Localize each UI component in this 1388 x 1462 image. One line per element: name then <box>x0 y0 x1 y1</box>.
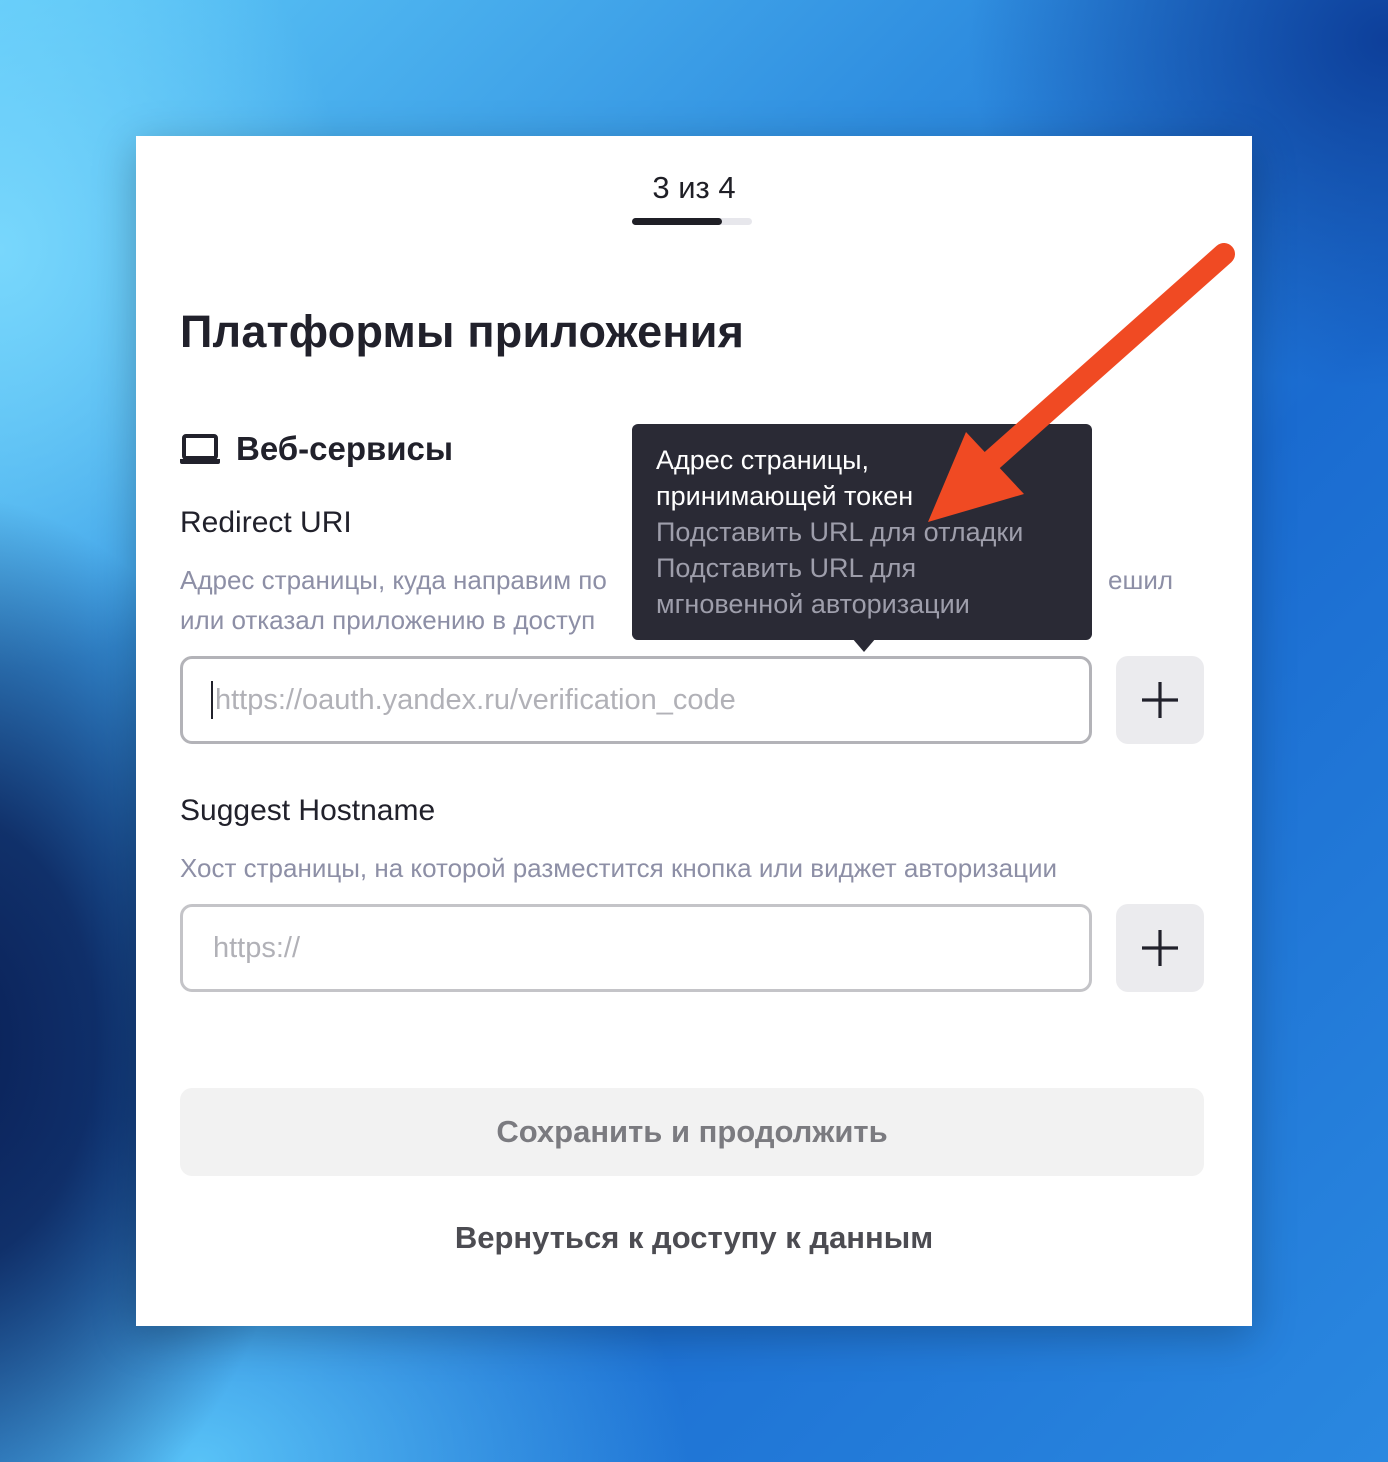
add-suggest-hostname-button[interactable] <box>1116 904 1204 992</box>
suggest-hostname-input[interactable]: https:// <box>180 904 1092 992</box>
suggest-hostname-hint: Хост страницы, на которой разместится кн… <box>180 853 1058 883</box>
redirect-uri-label: Redirect URI <box>180 506 352 539</box>
redirect-uri-hint-line1-end: ешил <box>1108 565 1174 595</box>
text-caret <box>211 681 213 719</box>
plus-icon <box>1142 682 1178 718</box>
save-and-continue-button[interactable]: Сохранить и продолжить <box>180 1088 1204 1176</box>
suggest-hostname-label: Suggest Hostname <box>180 794 436 827</box>
add-redirect-uri-button[interactable] <box>1116 656 1204 744</box>
tooltip-option-instant-auth-line2: мгновенной авторизации <box>656 589 970 619</box>
page-title: Платформы приложения <box>180 306 745 357</box>
tooltip-line1: Адрес страницы, <box>656 445 870 475</box>
tooltip-option-instant-auth[interactable]: Подставить URL для мгновенной авторизаци… <box>656 550 1068 622</box>
tooltip-option-debug-url[interactable]: Подставить URL для отладки <box>656 514 1068 550</box>
plus-icon <box>1142 930 1178 966</box>
progress-bar <box>632 218 752 225</box>
redirect-uri-input[interactable]: https://oauth.yandex.ru/verification_cod… <box>180 656 1092 744</box>
tooltip-line2: принимающей токен <box>656 481 914 511</box>
tooltip-pointer <box>852 638 876 652</box>
tooltip-option-instant-auth-line1: Подставить URL для <box>656 553 917 583</box>
section-web-services: Веб-сервисы <box>180 426 453 472</box>
back-to-data-access-link[interactable]: Вернуться к доступу к данным <box>0 1220 1388 1256</box>
step-indicator: 3 из 4 <box>652 170 736 205</box>
redirect-uri-tooltip: Адрес страницы, принимающей токен Подста… <box>632 424 1092 640</box>
suggest-hostname-placeholder: https:// <box>213 931 301 964</box>
laptop-icon <box>180 434 220 464</box>
redirect-uri-placeholder: https://oauth.yandex.ru/verification_cod… <box>215 683 736 716</box>
redirect-uri-hint-line1: Адрес страницы, куда направим по <box>180 565 607 595</box>
progress-fill <box>632 218 722 225</box>
section-title: Веб-сервисы <box>236 430 454 467</box>
